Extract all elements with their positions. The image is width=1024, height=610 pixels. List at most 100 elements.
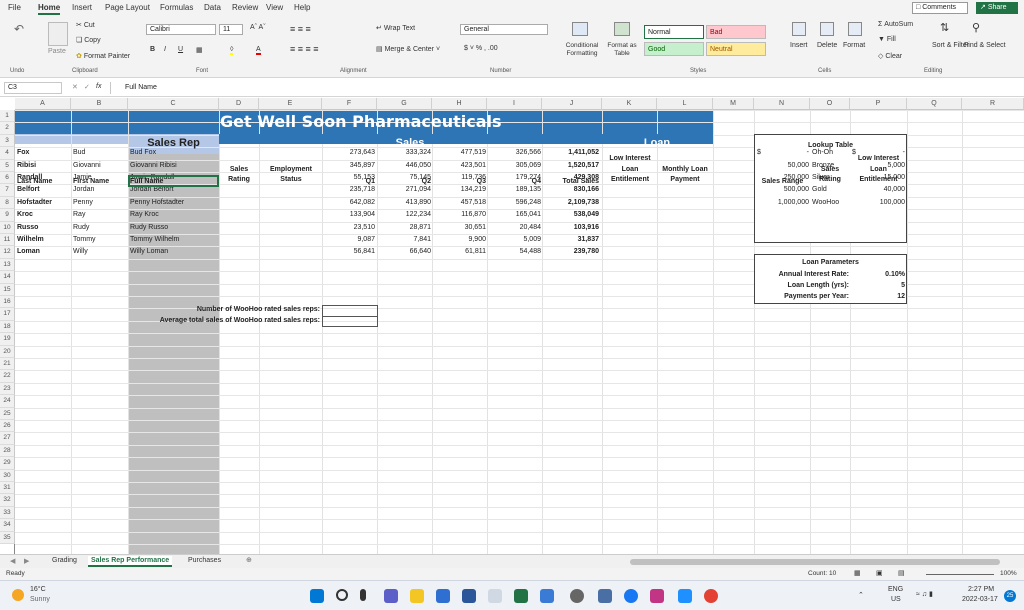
row-header-23[interactable]: 23: [0, 382, 15, 396]
data-cell[interactable]: 165,041: [488, 210, 541, 220]
add-sheet-icon[interactable]: ⊕: [246, 556, 252, 564]
row-header-22[interactable]: 22: [0, 370, 15, 383]
data-cell[interactable]: 239,780: [543, 247, 599, 257]
lookup-cell[interactable]: 15,000: [862, 173, 905, 183]
row-header-1[interactable]: 1: [0, 110, 15, 123]
data-cell[interactable]: 271,094: [378, 185, 431, 195]
autosum-button[interactable]: Σ AutoSum: [878, 21, 913, 28]
formula-input[interactable]: Full Name: [110, 82, 1015, 94]
data-cell[interactable]: 54,488: [488, 247, 541, 257]
row-header-32[interactable]: 32: [0, 494, 15, 507]
lookup-cell[interactable]: 40,000: [862, 185, 905, 195]
name-box[interactable]: C3: [4, 82, 62, 94]
row-header-28[interactable]: 28: [0, 444, 15, 458]
sheet-tab-sales-rep-performance[interactable]: Sales Rep Performance: [88, 556, 173, 567]
row-header-31[interactable]: 31: [0, 482, 15, 495]
data-cell[interactable]: 345,897: [323, 161, 375, 171]
data-cell[interactable]: 75,145: [378, 173, 431, 183]
row-header-2[interactable]: 2: [0, 122, 15, 135]
row-header-5[interactable]: 5: [0, 159, 15, 172]
data-cell[interactable]: Rudy Russo: [130, 223, 168, 233]
cancel-icon[interactable]: ✕: [72, 83, 78, 91]
fill-color-icon[interactable]: ◊: [230, 46, 234, 55]
find-select-button[interactable]: Find & Select: [964, 42, 1006, 49]
underline-icon[interactable]: U: [178, 46, 183, 53]
data-cell[interactable]: Ray Kroc: [130, 210, 159, 220]
data-cell[interactable]: 103,916: [543, 223, 599, 233]
row-header-26[interactable]: 26: [0, 420, 15, 433]
data-cell[interactable]: Giovanni: [73, 161, 101, 171]
cut-button[interactable]: ✂ Cut: [76, 21, 95, 29]
zoom-slider[interactable]: [926, 574, 994, 575]
data-cell[interactable]: Ray: [73, 210, 85, 220]
row-header-21[interactable]: 21: [0, 358, 15, 371]
tab-home[interactable]: Home: [38, 3, 61, 15]
number-format-select[interactable]: General: [460, 24, 548, 35]
data-cell[interactable]: 538,049: [543, 210, 599, 220]
data-cell[interactable]: 31,837: [543, 235, 599, 245]
data-cell[interactable]: Penny: [73, 198, 93, 208]
row-header-27[interactable]: 27: [0, 432, 15, 445]
data-cell[interactable]: 413,890: [378, 198, 431, 208]
fx-icon[interactable]: fx: [96, 83, 101, 90]
sheet-tab-purchases[interactable]: Purchases: [188, 557, 221, 564]
data-cell[interactable]: Willy: [73, 247, 88, 257]
share-button[interactable]: ↗ Share: [976, 2, 1018, 14]
row-header-4[interactable]: 4: [0, 147, 15, 160]
store-icon[interactable]: [678, 589, 692, 603]
column-header-j[interactable]: J: [542, 98, 602, 110]
delete-button[interactable]: Delete: [817, 42, 837, 49]
page-layout-icon[interactable]: ▣: [876, 569, 883, 577]
lookup-cell[interactable]: WooHoo: [812, 198, 850, 208]
data-cell[interactable]: 30,651: [433, 223, 486, 233]
column-header-r[interactable]: R: [962, 98, 1024, 110]
data-cell[interactable]: 235,718: [323, 185, 375, 195]
calculator-icon[interactable]: [598, 589, 612, 603]
column-header-q[interactable]: Q: [907, 98, 962, 110]
task-view-icon[interactable]: [360, 589, 366, 601]
conditional-formatting-button[interactable]: Conditional Formatting: [562, 42, 602, 58]
column-header-e[interactable]: E: [259, 98, 322, 110]
lookup-cell[interactable]: Silver: [812, 173, 850, 183]
column-header-c[interactable]: C: [128, 98, 219, 110]
column-header-o[interactable]: O: [810, 98, 850, 110]
tab-file[interactable]: File: [8, 3, 21, 12]
data-cell[interactable]: 477,519: [433, 148, 486, 158]
align-top-icon[interactable]: ≡ ≡ ≡: [290, 24, 311, 34]
data-cell[interactable]: Belfort: [17, 185, 40, 195]
data-cell[interactable]: Willy Loman: [130, 247, 168, 257]
column-header-i[interactable]: I: [487, 98, 542, 110]
data-cell[interactable]: Hofstadter: [17, 198, 52, 208]
format-icon[interactable]: [848, 22, 862, 36]
search-icon[interactable]: [336, 589, 348, 601]
data-cell[interactable]: 5,009: [488, 235, 541, 245]
column-header-p[interactable]: P: [850, 98, 907, 110]
app-icon[interactable]: [488, 589, 502, 603]
word-icon[interactable]: [462, 589, 476, 603]
data-cell[interactable]: 273,643: [323, 148, 375, 158]
paste-icon[interactable]: [48, 22, 68, 46]
lookup-cell[interactable]: $: [757, 148, 767, 158]
data-cell[interactable]: Randall: [17, 173, 42, 183]
column-header-b[interactable]: B: [71, 98, 128, 110]
data-cell[interactable]: Bud: [73, 148, 85, 158]
edge-icon[interactable]: [436, 589, 450, 603]
row-header-29[interactable]: 29: [0, 457, 15, 470]
chevron-up-icon[interactable]: ⌃: [858, 591, 864, 599]
tab-help[interactable]: Help: [294, 3, 310, 12]
paste-button[interactable]: Paste: [48, 48, 66, 55]
data-cell[interactable]: 23,510: [323, 223, 375, 233]
data-cell[interactable]: 333,324: [378, 148, 431, 158]
merge-center-button[interactable]: ▤ Merge & Center ˅: [376, 45, 440, 53]
data-cell[interactable]: 179,274: [488, 173, 541, 183]
data-cell[interactable]: Ribisi: [17, 161, 36, 171]
data-cell[interactable]: 423,501: [433, 161, 486, 171]
row-header-3[interactable]: 3: [0, 134, 15, 148]
data-cell[interactable]: Rudy: [73, 223, 89, 233]
clock-time[interactable]: 2:27 PM: [968, 586, 994, 593]
row-header-9[interactable]: 9: [0, 209, 15, 222]
row-header-8[interactable]: 8: [0, 196, 15, 210]
data-cell[interactable]: 596,248: [488, 198, 541, 208]
normal-view-icon[interactable]: ▦: [854, 569, 861, 577]
row-header-25[interactable]: 25: [0, 407, 15, 420]
